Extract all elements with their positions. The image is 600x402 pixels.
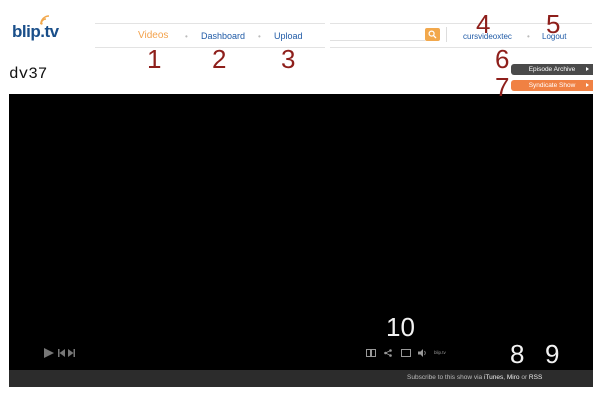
annotation-7: 7	[495, 72, 510, 102]
annotation-10: 10	[386, 312, 415, 342]
next-icon[interactable]	[68, 349, 75, 357]
subscribe-label: Subscribe to this show via	[407, 374, 483, 381]
play-icon[interactable]	[44, 348, 54, 358]
subscribe-text: Subscribe to this show via iTunes, Miro …	[407, 374, 543, 381]
header-right-bottom-rule	[330, 47, 592, 48]
subscribe-itunes-link[interactable]: iTunes	[484, 374, 503, 381]
annotation-6: 6	[495, 44, 510, 74]
subscribe-rss-link[interactable]: RSS	[529, 374, 542, 381]
annotation-1: 1	[147, 44, 162, 74]
syndicate-show-button[interactable]: Syndicate Show	[511, 80, 593, 91]
search-icon	[428, 30, 437, 39]
nav-videos[interactable]: Videos	[138, 30, 168, 41]
nav-separator: •	[527, 32, 530, 41]
annotation-2: 2	[212, 44, 227, 74]
nav-dashboard[interactable]: Dashboard	[201, 31, 245, 41]
annotation-5: 5	[546, 9, 561, 39]
video-player[interactable]: blip.tv	[9, 94, 593, 370]
annotation-8: 8	[510, 339, 525, 369]
fullscreen-icon[interactable]	[401, 349, 411, 357]
chevron-right-icon	[586, 67, 589, 71]
subscribe-or-label: or	[521, 374, 528, 381]
nav-separator: •	[185, 32, 188, 41]
syndicate-show-label: Syndicate Show	[528, 82, 576, 89]
previous-icon[interactable]	[58, 349, 65, 357]
share-icon[interactable]	[384, 349, 392, 357]
search-button[interactable]	[425, 28, 440, 41]
annotation-9: 9	[545, 339, 560, 369]
chevron-right-icon	[586, 83, 589, 87]
volume-icon[interactable]	[418, 349, 428, 357]
annotation-4: 4	[476, 9, 491, 39]
blip-logo[interactable]: blip.tv	[12, 14, 82, 42]
subscribe-bar: Subscribe to this show via iTunes, Miro …	[9, 370, 593, 387]
header-divider	[446, 27, 447, 42]
episode-archive-label: Episode Archive	[528, 66, 576, 73]
page-title: dv37	[9, 65, 48, 83]
book-icon[interactable]	[366, 349, 376, 357]
nav-separator: •	[258, 32, 261, 41]
logo-text: blip.tv	[12, 22, 59, 41]
annotation-3: 3	[281, 44, 296, 74]
nav-top-rule	[95, 23, 325, 24]
subscribe-miro-link[interactable]: Miro	[507, 374, 520, 381]
episode-archive-button[interactable]: Episode Archive	[511, 64, 593, 75]
player-brand-logo[interactable]: blip.tv	[434, 350, 446, 355]
search-input[interactable]	[330, 29, 425, 41]
nav-upload[interactable]: Upload	[274, 31, 303, 41]
